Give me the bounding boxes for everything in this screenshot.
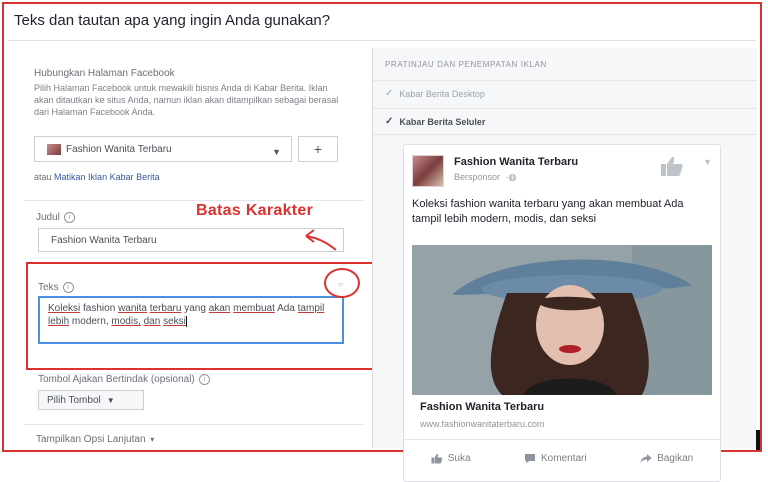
preview-title: PRATINJAU DAN PENEMPATAN IKLAN [385, 60, 547, 69]
advanced-options-label: Tampilkan Opsi Lanjutan [36, 434, 146, 445]
placement-mobile-label: Kabar Berita Seluler [399, 116, 486, 127]
page-thumbnail-icon [47, 143, 61, 155]
like-page-icon[interactable] [660, 155, 684, 177]
placement-mobile[interactable]: ✓ Kabar Berita Seluler [385, 116, 485, 127]
ad-preview-panel: PRATINJAU DAN PENEMPATAN IKLAN ✓ Kabar B… [372, 48, 757, 482]
share-button[interactable]: Bagikan [640, 453, 693, 464]
comment-label: Komentari [541, 452, 587, 464]
page-select-value: Fashion Wanita Terbaru [66, 143, 172, 155]
annotation-arrow [305, 229, 337, 251]
chevron-down-icon: ▼ [272, 147, 281, 157]
corner-mark [756, 430, 760, 450]
headline-label-row: Judul i [36, 212, 75, 223]
headline-label: Judul [36, 212, 60, 224]
link-url: www.fashionwanitaterbaru.com [420, 419, 545, 429]
check-icon: ✓ [385, 88, 394, 99]
card-page-name[interactable]: Fashion Wanita Terbaru [454, 156, 578, 168]
divider [373, 134, 757, 135]
link-title[interactable]: Fashion Wanita Terbaru [420, 401, 544, 413]
info-icon: i [63, 212, 75, 223]
thumbs-up-icon [431, 453, 443, 463]
connect-page-description: Pilih Halaman Facebook untuk mewakili bi… [34, 83, 339, 117]
cta-label-row: Tombol Ajakan Bertindak (opsional) i [38, 374, 210, 385]
connect-page-label: Hubungkan Halaman Facebook [34, 68, 175, 79]
placement-desktop[interactable]: ✓ Kabar Berita Desktop [385, 88, 485, 99]
sponsored-text: Bersponsor [454, 172, 501, 182]
ad-preview-card: Fashion Wanita Terbaru Bersponsor ·◍ ▼ K… [403, 144, 721, 482]
page-avatar [412, 155, 444, 187]
globe-icon: ·◍ [505, 172, 517, 182]
like-label: Suka [447, 452, 471, 464]
ad-image[interactable] [412, 245, 712, 395]
check-icon: ✓ [385, 116, 394, 127]
cta-button-label: Pilih Tombol [47, 394, 101, 406]
divider [24, 200, 364, 201]
share-label: Bagikan [657, 452, 694, 464]
info-icon: i [198, 374, 210, 385]
show-advanced-options[interactable]: Tampilkan Opsi Lanjutan ▾ [36, 434, 154, 445]
post-text: Koleksi fashion wanita terbaru yang akan… [412, 198, 684, 225]
divider [24, 424, 364, 425]
comment-icon [525, 453, 536, 463]
sponsored-label: Bersponsor ·◍ [454, 172, 516, 183]
cta-label: Tombol Ajakan Bertindak (opsional) [38, 374, 195, 386]
char-limit-highlight [324, 268, 360, 298]
section-title: Teks dan tautan apa yang ingin Anda guna… [14, 12, 331, 29]
cta-select-button[interactable]: Pilih Tombol ▼ [38, 390, 144, 410]
comment-button[interactable]: Komentari [524, 453, 587, 464]
ad-editor-panel: Teks dan tautan apa yang ingin Anda guna… [2, 2, 762, 482]
divider [373, 108, 757, 109]
page-select[interactable]: Fashion Wanita Terbaru ▼ [34, 136, 292, 162]
add-page-button[interactable]: + [298, 136, 338, 162]
chevron-down-icon: ▼ [106, 395, 115, 405]
divider [373, 80, 757, 81]
post-actions: Suka Komentari Bagikan [404, 443, 720, 473]
turnoff-prefix: atau [34, 172, 52, 182]
share-icon [640, 453, 652, 463]
header-divider [8, 40, 756, 41]
turnoff-row: atau Matikan Iklan Kabar Berita [34, 172, 160, 182]
like-button[interactable]: Suka [431, 453, 471, 464]
headline-value: Fashion Wanita Terbaru [51, 234, 157, 246]
divider [404, 439, 720, 440]
fashion-model-photo [412, 245, 712, 395]
chevron-down-icon[interactable]: ▼ [703, 157, 712, 167]
chevron-down-icon: ▾ [150, 435, 155, 444]
turnoff-news-feed-link[interactable]: Matikan Iklan Kabar Berita [54, 172, 160, 182]
placement-desktop-label: Kabar Berita Desktop [399, 88, 485, 99]
